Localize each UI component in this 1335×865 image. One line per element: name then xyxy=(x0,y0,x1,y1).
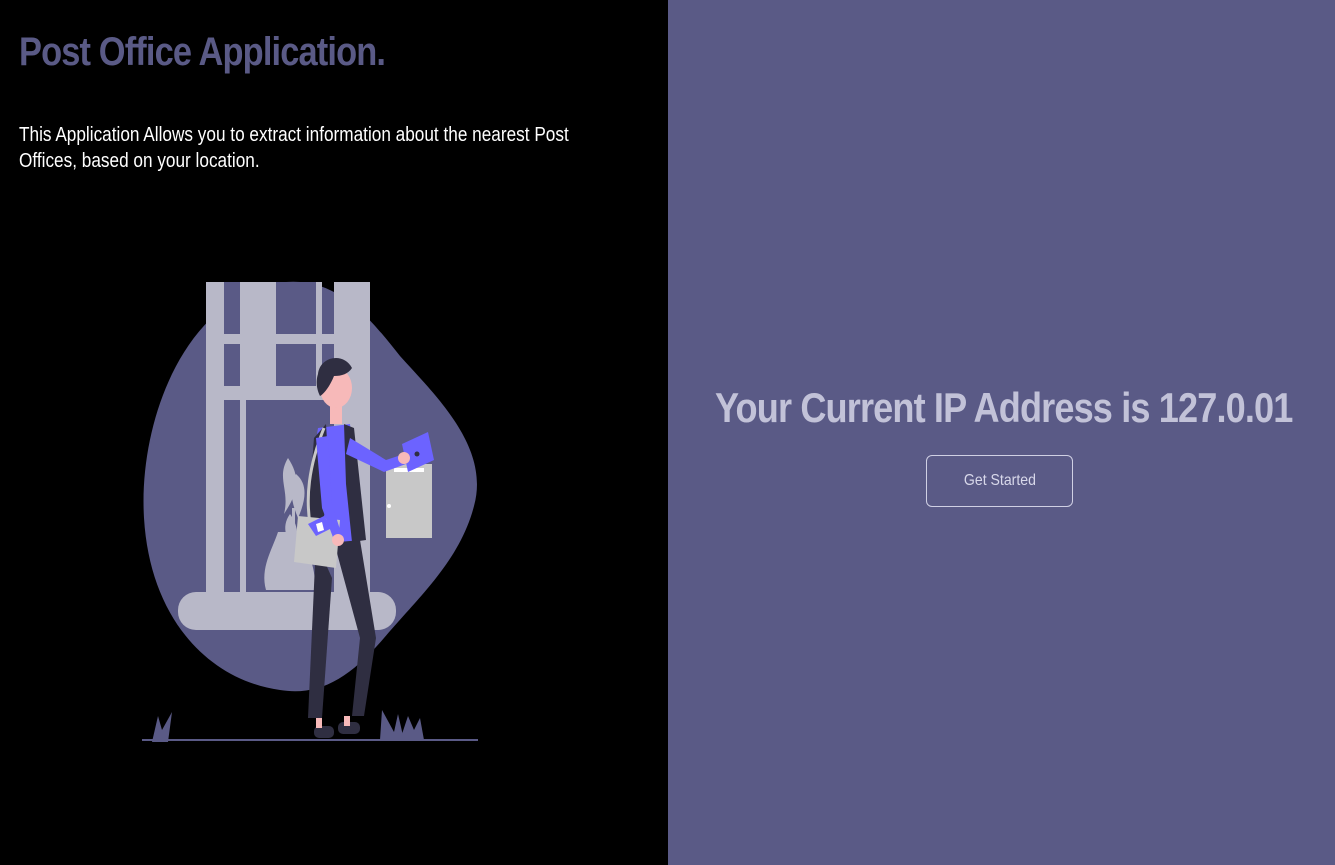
mailman-illustration xyxy=(142,281,478,742)
get-started-label: Get Started xyxy=(963,472,1036,489)
ip-address-heading: Your Current IP Address is 127.0.01 xyxy=(715,384,1293,431)
page: Post Office Application. This Applicatio… xyxy=(0,0,1335,865)
app-title: Post Office Application. xyxy=(19,30,386,74)
ground-line xyxy=(142,739,478,741)
mailbox-icon xyxy=(386,464,432,538)
app-description: This Application Allows you to extract i… xyxy=(19,124,569,172)
intro-panel: Post Office Application. This Applicatio… xyxy=(0,0,668,865)
grass-icon xyxy=(152,710,424,742)
ip-panel: Your Current IP Address is 127.0.01 Get … xyxy=(668,0,1335,865)
get-started-button[interactable]: Get Started xyxy=(926,455,1073,507)
